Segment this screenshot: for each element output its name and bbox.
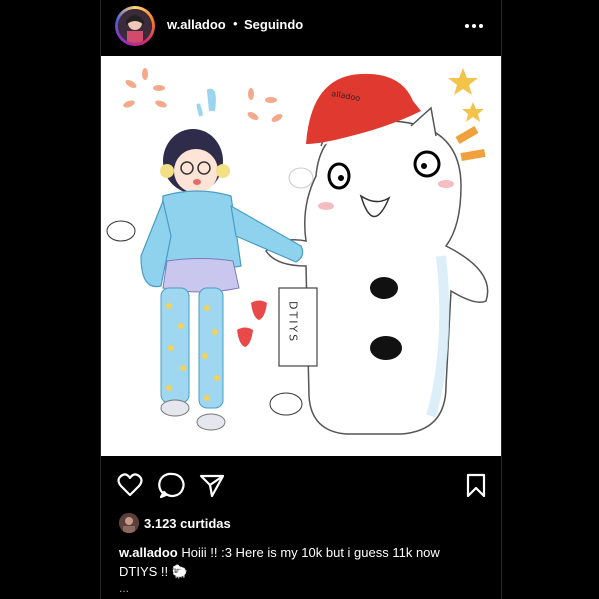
separator-dot: • <box>233 16 238 31</box>
post-card: w.alladoo • Seguindo alladoo DTIYS 3.123… <box>100 0 502 599</box>
username-link[interactable]: w.alladoo <box>167 16 226 34</box>
share-icon[interactable] <box>197 468 227 502</box>
liker-avatar[interactable] <box>119 513 139 533</box>
dtiys-sign-text: DTIYS <box>287 301 300 343</box>
heart-icon[interactable] <box>115 468 145 502</box>
profile-avatar[interactable] <box>115 6 155 46</box>
comment-icon[interactable] <box>157 468 187 502</box>
post-actions-bar <box>101 468 501 502</box>
artwork-illustration: alladoo DTIYS <box>101 56 501 456</box>
likes-count[interactable]: 3.123 curtidas <box>144 516 231 532</box>
more-options-icon[interactable] <box>459 14 489 38</box>
post-image[interactable]: alladoo DTIYS <box>101 56 501 456</box>
bookmark-icon[interactable] <box>461 468 491 502</box>
caption-more[interactable]: ... <box>119 580 129 596</box>
post-caption: w.alladoo Hoiii !! :3 Here is my 10k but… <box>119 543 479 581</box>
avatar-image <box>118 9 152 43</box>
following-button[interactable]: Seguindo <box>244 16 303 34</box>
likes-row: 3.123 curtidas <box>101 512 501 536</box>
caption-username[interactable]: w.alladoo <box>119 545 178 560</box>
post-header: w.alladoo • Seguindo <box>101 0 501 52</box>
